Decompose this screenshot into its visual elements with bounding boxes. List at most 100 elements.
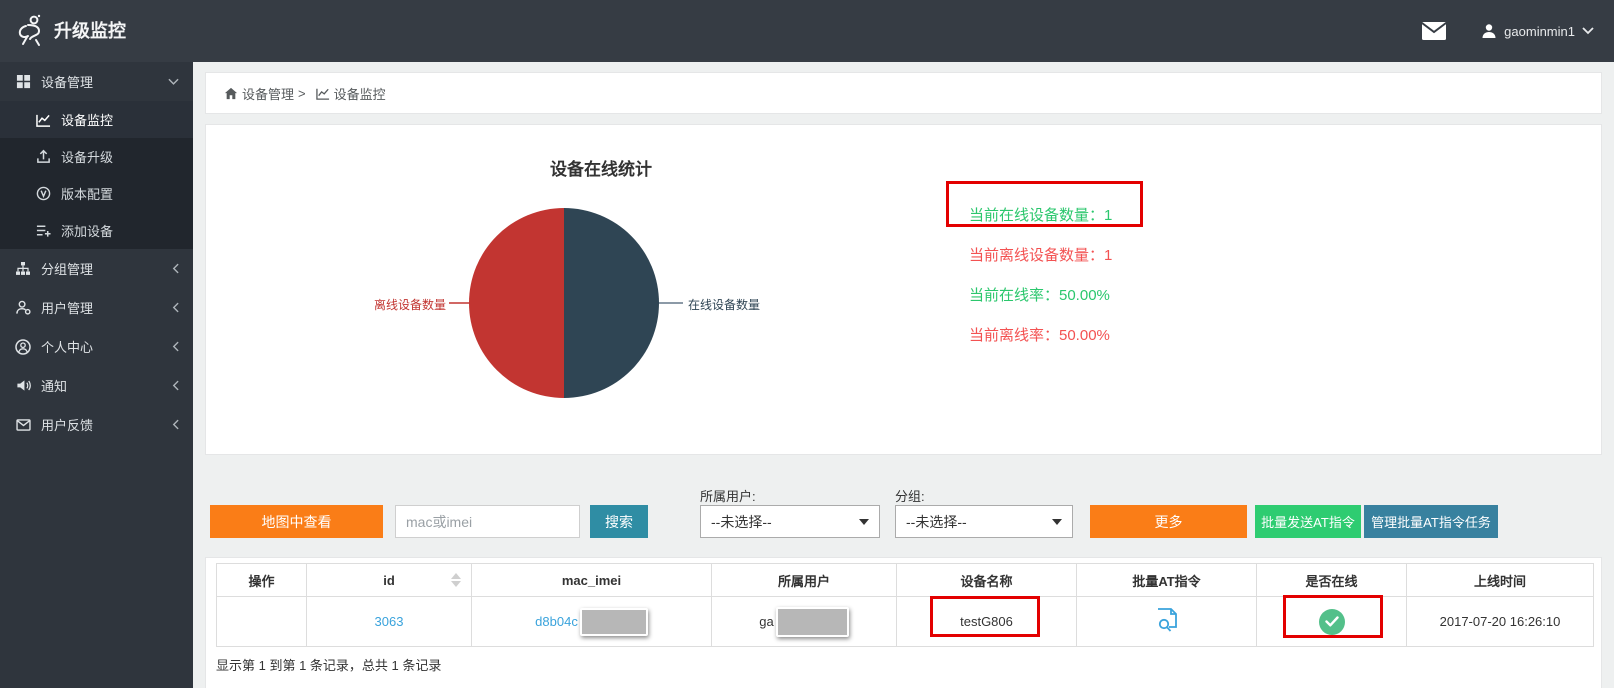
owner-select[interactable]: --未选择-- (700, 505, 880, 538)
search-button[interactable]: 搜索 (590, 505, 648, 538)
col-header-owner[interactable]: 所属用户 (712, 564, 897, 597)
mac-imei-search-input[interactable] (395, 505, 580, 538)
col-header-batch-at[interactable]: 批量AT指令 (1077, 564, 1257, 597)
stat-offline-rate: 当前离线率：50.00% (969, 324, 1110, 346)
sidebar-item-label: 设备监控 (61, 110, 179, 129)
breadcrumb-separator: > (298, 86, 306, 101)
view-on-map-button[interactable]: 地图中查看 (210, 505, 383, 538)
cell-mac-imei: d8b04c (472, 597, 712, 647)
app-logo: 升级监控 (14, 13, 126, 47)
device-online-stats-panel: 设备在线统计 离线设备数量 在线设备数量 当前在线设备数量：1 当前离线设备数量… (205, 124, 1602, 455)
chevron-left-icon (172, 263, 179, 274)
chart-line-icon (316, 87, 330, 100)
sidebar-item-group-mgmt[interactable]: 分组管理 (0, 249, 193, 288)
record-summary: 显示第 1 到第 1 条记录，总共 1 条记录 (216, 655, 441, 674)
speaker-icon (14, 378, 32, 393)
sidebar-item-feedback[interactable]: 用户反馈 (0, 405, 193, 444)
manage-batch-at-button[interactable]: 管理批量AT指令任务 (1364, 505, 1498, 538)
sort-icon[interactable] (451, 573, 461, 587)
owner-filter-label: 所属用户: (700, 486, 756, 505)
sidebar-item-label: 个人中心 (41, 337, 172, 356)
sidebar-item-label: 用户反馈 (41, 415, 172, 434)
grid-icon (14, 74, 32, 89)
chart-title: 设备在线统计 (441, 155, 761, 180)
cell-device-name: testG806 (897, 597, 1077, 647)
home-icon (224, 87, 238, 100)
group-select-value: --未选择-- (906, 512, 967, 532)
cell-action (217, 597, 307, 647)
username: gaominmin1 (1504, 24, 1575, 39)
owner-text: ga (759, 614, 773, 629)
chevron-left-icon (172, 380, 179, 391)
envelope-icon (14, 419, 32, 431)
sidebar-item-user-mgmt[interactable]: 用户管理 (0, 288, 193, 327)
sidebar-item-device-monitor[interactable]: 设备监控 (0, 101, 193, 138)
device-id-link[interactable]: 3063 (375, 614, 404, 629)
more-button[interactable]: 更多 (1090, 505, 1247, 538)
sidebar-item-label: 版本配置 (61, 184, 179, 203)
pie-slice-offline (469, 208, 564, 398)
redaction-box (580, 608, 648, 636)
chevron-left-icon (172, 419, 179, 430)
sidebar-item-device-upgrade[interactable]: 设备升级 (0, 138, 193, 175)
stat-online-count: 当前在线设备数量：1 (969, 204, 1112, 226)
device-mgmt-submenu: 设备监控 设备升级 版本配置 添加设备 (0, 101, 193, 249)
pie-label-offline: 离线设备数量 (306, 296, 446, 313)
version-icon (34, 186, 52, 201)
caret-down-icon (859, 519, 869, 525)
sidebar-item-notifications[interactable]: 通知 (0, 366, 193, 405)
cell-id: 3063 (307, 597, 472, 647)
col-header-mac-imei[interactable]: mac_imei (472, 564, 712, 597)
logo-person-icon (14, 13, 48, 47)
sidebar-item-device-mgmt[interactable]: 设备管理 (0, 62, 193, 101)
col-header-online[interactable]: 是否在线 (1257, 564, 1407, 597)
check-circle-icon (1319, 609, 1345, 635)
sidebar-item-label: 通知 (41, 376, 172, 395)
chart-line-icon (34, 113, 52, 127)
sidebar-item-label: 添加设备 (61, 221, 179, 240)
sidebar-item-personal-center[interactable]: 个人中心 (0, 327, 193, 366)
caret-down-icon (1582, 27, 1594, 35)
user-menu[interactable]: gaominmin1 (1481, 23, 1594, 39)
chevron-left-icon (172, 302, 179, 313)
file-search-icon[interactable] (1156, 608, 1178, 632)
list-add-icon (34, 223, 52, 238)
chevron-down-icon (168, 78, 179, 86)
breadcrumb: 设备管理 > 设备监控 (205, 72, 1602, 114)
col-header-action[interactable]: 操作 (217, 564, 307, 597)
topbar: 升级监控 gaominmin1 (0, 0, 1614, 62)
batch-send-at-button[interactable]: 批量发送AT指令 (1255, 505, 1361, 538)
group-filter-label: 分组: (895, 486, 925, 505)
pie-slice-online (564, 208, 659, 398)
sidebar-item-add-device[interactable]: 添加设备 (0, 212, 193, 249)
device-table-panel: 操作 id mac_imei 所属用户 设备名称 批量AT指令 是否在线 上线时… (205, 557, 1602, 688)
user-circle-icon (14, 339, 32, 355)
sidebar-item-label: 用户管理 (41, 298, 172, 317)
sidebar: 设备管理 设备监控 设备升级 版本配置 添加设备 (0, 62, 193, 688)
redaction-box (776, 607, 849, 637)
breadcrumb-current: 设备监控 (334, 84, 386, 103)
sitemap-icon (14, 261, 32, 276)
sidebar-item-version-config[interactable]: 版本配置 (0, 175, 193, 212)
col-header-device-name[interactable]: 设备名称 (897, 564, 1077, 597)
breadcrumb-parent[interactable]: 设备管理 (242, 84, 294, 103)
mac-link[interactable]: d8b04c (535, 614, 578, 629)
pie-label-online: 在线设备数量 (688, 296, 828, 313)
col-header-online-time[interactable]: 上线时间 (1407, 564, 1594, 597)
stat-offline-count: 当前离线设备数量：1 (969, 244, 1112, 266)
upload-icon (34, 149, 52, 164)
cell-online-time: 2017-07-20 16:26:10 (1407, 597, 1594, 647)
user-icon (1481, 23, 1497, 39)
stat-online-rate: 当前在线率：50.00% (969, 284, 1110, 306)
owner-select-value: --未选择-- (711, 512, 772, 532)
cell-owner: ga (712, 597, 897, 647)
cell-batch-at (1077, 597, 1257, 647)
logo-text: 升级监控 (54, 17, 126, 43)
group-select[interactable]: --未选择-- (895, 505, 1073, 538)
col-header-id[interactable]: id (307, 564, 472, 597)
sidebar-item-label: 设备升级 (61, 147, 179, 166)
chevron-left-icon (172, 341, 179, 352)
cell-online-status (1257, 597, 1407, 647)
mail-icon[interactable] (1421, 21, 1447, 41)
sidebar-item-label: 设备管理 (41, 72, 168, 91)
